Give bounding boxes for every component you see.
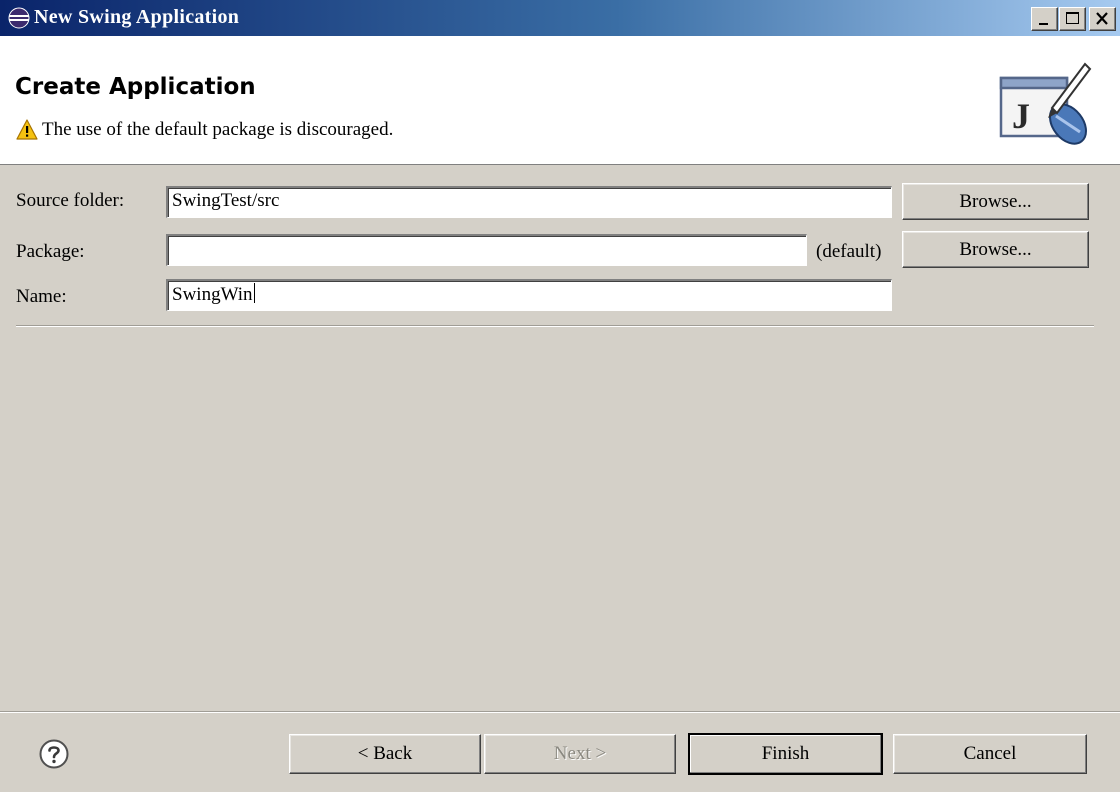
- package-label: Package:: [16, 241, 85, 262]
- finish-button[interactable]: Finish: [688, 733, 883, 775]
- maximize-icon: [1066, 12, 1079, 24]
- close-button[interactable]: [1089, 7, 1116, 31]
- java-class-wizard-icon: J: [999, 62, 1092, 145]
- warning-icon: [16, 119, 38, 140]
- minimize-button[interactable]: [1031, 7, 1058, 31]
- package-input[interactable]: [166, 234, 807, 266]
- source-folder-browse-button[interactable]: Browse...: [902, 183, 1089, 220]
- close-icon: [1096, 12, 1108, 25]
- form-separator: [16, 325, 1094, 327]
- wizard-header: [0, 36, 1120, 165]
- maximize-button[interactable]: [1059, 7, 1086, 31]
- default-package-hint: (default): [816, 241, 882, 262]
- name-value: SwingWin: [172, 284, 253, 305]
- name-input[interactable]: SwingWin: [166, 279, 892, 311]
- next-button[interactable]: Next >: [484, 734, 676, 774]
- footer-separator: [0, 711, 1120, 713]
- eclipse-app-icon: [8, 7, 30, 29]
- text-cursor: [253, 283, 255, 303]
- cancel-button[interactable]: Cancel: [893, 734, 1087, 774]
- help-icon[interactable]: [38, 738, 70, 770]
- window-title: New Swing Application: [34, 6, 240, 28]
- source-folder-label: Source folder:: [16, 190, 125, 211]
- wizard-glyph: J: [1012, 96, 1030, 136]
- header-message: The use of the default package is discou…: [42, 119, 394, 140]
- source-folder-input[interactable]: SwingTest/src: [166, 186, 892, 218]
- name-label: Name:: [16, 286, 67, 307]
- back-button[interactable]: < Back: [289, 734, 481, 774]
- package-browse-button[interactable]: Browse...: [902, 231, 1089, 268]
- page-title: Create Application: [15, 74, 256, 100]
- minimize-icon: [1039, 23, 1048, 25]
